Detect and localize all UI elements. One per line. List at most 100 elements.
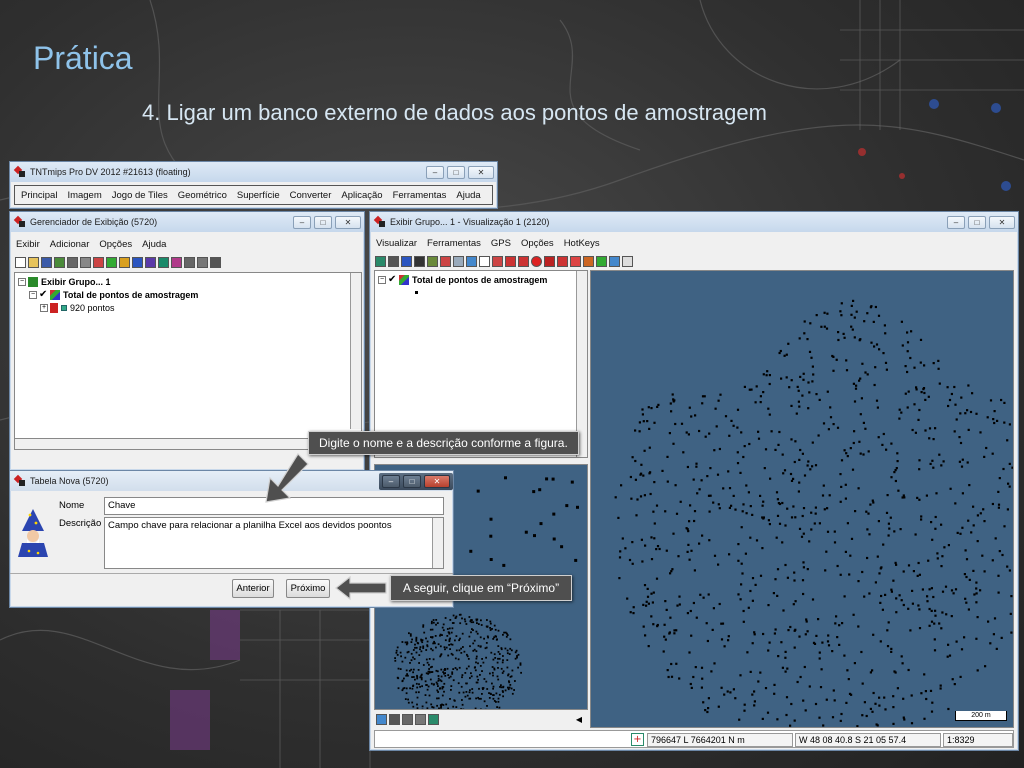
maximize-button[interactable]: □: [403, 474, 421, 488]
checkmark-icon[interactable]: ✔: [39, 289, 49, 300]
list-icon[interactable]: [197, 256, 208, 268]
add-layer-icon[interactable]: [440, 255, 451, 267]
menu-jogo-de-tiles[interactable]: Jogo de Tiles: [112, 190, 168, 201]
menu-imagem[interactable]: Imagem: [67, 190, 101, 201]
collapse-panel-icon[interactable]: ◀: [576, 715, 582, 724]
table-icon[interactable]: [184, 256, 195, 268]
sample-point: [955, 418, 958, 421]
collapse-icon[interactable]: −: [18, 277, 26, 286]
main-window-titlebar[interactable]: TNTmips Pro DV 2012 #21613 (floating) – …: [10, 162, 497, 182]
sketch-icon[interactable]: [583, 255, 594, 267]
menu-opcoes[interactable]: Opções: [521, 238, 554, 249]
sample-point: [471, 688, 474, 690]
redraw-icon[interactable]: [428, 713, 439, 725]
sample-point: [420, 673, 423, 676]
sample-point: [793, 719, 796, 722]
group-icon[interactable]: [80, 256, 91, 268]
select-icon[interactable]: [453, 255, 464, 267]
tree-layer-row[interactable]: − ✔ Total de pontos de amostragem: [18, 288, 358, 301]
menu-adicionar[interactable]: Adicionar: [50, 239, 90, 250]
menu-aplicacao[interactable]: Aplicação: [341, 190, 382, 201]
display-manager-titlebar[interactable]: Gerenciador de Exibição (5720) – □ ✕: [10, 212, 364, 232]
crosshair-icon[interactable]: [479, 255, 490, 267]
layer-icon[interactable]: [67, 256, 78, 268]
legend-vertical-scrollbar[interactable]: [576, 271, 587, 457]
settings-icon[interactable]: [210, 256, 221, 268]
menu-ajuda[interactable]: Ajuda: [142, 239, 166, 250]
minimize-button[interactable]: –: [382, 474, 400, 488]
menu-exibir[interactable]: Exibir: [16, 239, 40, 250]
zoom-in-icon[interactable]: [389, 713, 400, 725]
close-button[interactable]: ✕: [424, 474, 450, 488]
close-button[interactable]: ✕: [989, 215, 1015, 229]
print-icon[interactable]: [54, 256, 65, 268]
checkmark-icon[interactable]: ✔: [388, 274, 398, 285]
sample-point: [479, 645, 482, 648]
maximize-button[interactable]: □: [314, 215, 332, 229]
binoculars-icon[interactable]: [414, 255, 425, 267]
zoom-full-icon[interactable]: [376, 713, 387, 725]
menu-ferramentas[interactable]: Ferramentas: [393, 190, 447, 201]
crosshair-icon[interactable]: +: [631, 733, 644, 746]
menu-principal[interactable]: Principal: [21, 190, 57, 201]
shape-icon[interactable]: [145, 256, 156, 268]
menu-gps[interactable]: GPS: [491, 238, 511, 249]
close-button[interactable]: ✕: [468, 165, 494, 179]
zoom-box-icon[interactable]: [415, 713, 426, 725]
menu-geometrico[interactable]: Geométrico: [178, 190, 227, 201]
minimize-button[interactable]: –: [426, 165, 444, 179]
expand-icon[interactable]: +: [40, 303, 48, 312]
new-icon[interactable]: [15, 256, 26, 268]
view-window-titlebar[interactable]: Exibir Grupo... 1 - Visualização 1 (2120…: [370, 212, 1018, 232]
menu-opcoes[interactable]: Opções: [99, 239, 132, 250]
menu-hotkeys[interactable]: HotKeys: [564, 238, 600, 249]
next-button[interactable]: Próximo: [286, 579, 330, 598]
tree-vertical-scrollbar[interactable]: [350, 273, 361, 429]
magnifier-icon[interactable]: [557, 255, 568, 267]
stop-icon[interactable]: [531, 255, 542, 267]
minimize-button[interactable]: –: [293, 215, 311, 229]
zoom-out-icon[interactable]: [402, 713, 413, 725]
pointer-icon[interactable]: [570, 255, 581, 267]
legend-icon[interactable]: [596, 255, 607, 267]
menu-ferramentas[interactable]: Ferramentas: [427, 238, 481, 249]
menu-visualizar[interactable]: Visualizar: [376, 238, 417, 249]
back-button[interactable]: Anterior: [232, 579, 274, 598]
tools-icon[interactable]: [622, 255, 633, 267]
maximize-button[interactable]: □: [968, 215, 986, 229]
zoom-layer-icon[interactable]: [401, 255, 412, 267]
grid-icon[interactable]: [171, 256, 182, 268]
gps-icon[interactable]: [492, 255, 503, 267]
print-icon[interactable]: [609, 255, 620, 267]
description-field[interactable]: Campo chave para relacionar a planilha E…: [104, 517, 444, 569]
tree-points-row[interactable]: + 920 pontos: [18, 301, 358, 314]
back-icon[interactable]: [505, 255, 516, 267]
menu-ajuda[interactable]: Ajuda: [456, 190, 480, 201]
menu-converter[interactable]: Converter: [290, 190, 332, 201]
tree-group-row[interactable]: − Exibir Grupo... 1: [18, 275, 358, 288]
add-layer-icon[interactable]: [93, 256, 104, 268]
collapse-icon[interactable]: −: [29, 290, 37, 299]
description-scrollbar[interactable]: [432, 518, 443, 568]
cancel-icon[interactable]: [544, 255, 555, 267]
legend-layer-row[interactable]: − ✔ Total de pontos de amostragem: [378, 273, 584, 286]
sample-point: [466, 694, 469, 697]
redraw-icon[interactable]: [375, 255, 386, 267]
layer-zoom-icon[interactable]: [427, 255, 438, 267]
minimize-button[interactable]: –: [947, 215, 965, 229]
main-map-canvas[interactable]: 200 m: [590, 270, 1014, 728]
menu-superficie[interactable]: Superfície: [237, 190, 280, 201]
zoom-full-icon[interactable]: [388, 255, 399, 267]
maximize-button[interactable]: □: [447, 165, 465, 179]
raster-icon[interactable]: [106, 256, 117, 268]
tin-icon[interactable]: [158, 256, 169, 268]
new-table-titlebar[interactable]: Tabela Nova (5720) – □ ✕: [10, 471, 453, 491]
cad-icon[interactable]: [132, 256, 143, 268]
forward-icon[interactable]: [518, 255, 529, 267]
open-icon[interactable]: [28, 256, 39, 268]
save-icon[interactable]: [41, 256, 52, 268]
vector-icon[interactable]: [119, 256, 130, 268]
pan-icon[interactable]: [466, 255, 477, 267]
close-button[interactable]: ✕: [335, 215, 361, 229]
collapse-icon[interactable]: −: [378, 275, 386, 284]
